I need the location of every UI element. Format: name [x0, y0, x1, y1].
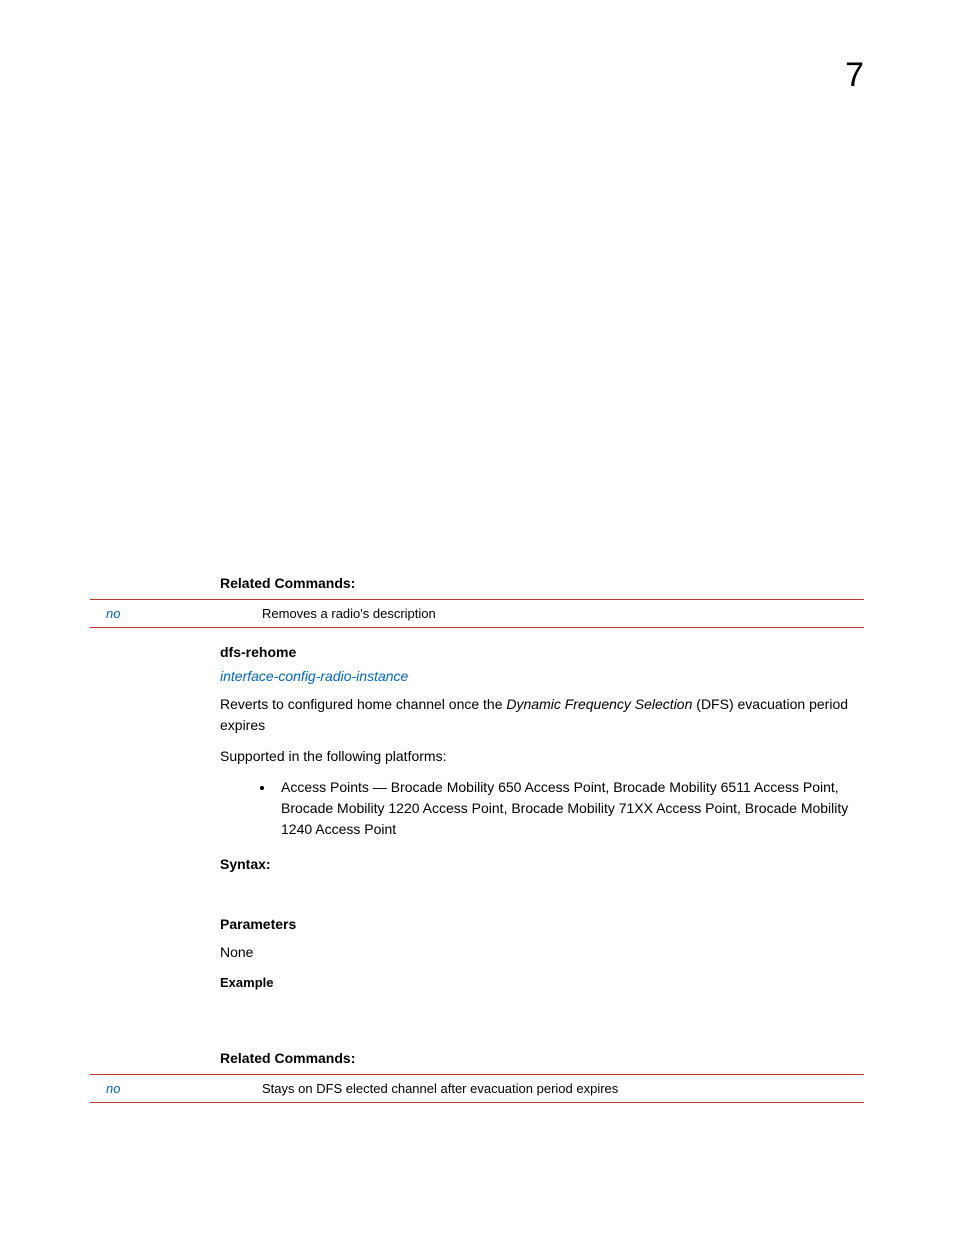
platforms-list: Access Points — Brocade Mobility 650 Acc…: [220, 777, 864, 840]
command-link-no-1[interactable]: no: [90, 600, 254, 628]
related-commands-heading-1: Related Commands:: [220, 575, 864, 591]
example-heading: Example: [220, 975, 864, 990]
table-row: no Stays on DFS elected channel after ev…: [90, 1075, 864, 1103]
related-commands-table-1: no Removes a radio's description: [90, 599, 864, 628]
list-item: Access Points — Brocade Mobility 650 Acc…: [275, 777, 864, 840]
desc-em: Dynamic Frequency Selection: [506, 696, 692, 712]
desc-pre: Reverts to configured home channel once …: [220, 696, 506, 712]
dfs-description: Reverts to configured home channel once …: [220, 694, 864, 736]
parameters-heading: Parameters: [220, 916, 864, 932]
section-title-dfs-rehome: dfs-rehome: [220, 644, 864, 660]
command-desc-1: Removes a radio's description: [254, 600, 864, 628]
supported-platforms-heading: Supported in the following platforms:: [220, 746, 864, 767]
command-link-no-2[interactable]: no: [90, 1075, 254, 1103]
link-interface-config[interactable]: interface-config-radio-instance: [220, 668, 864, 684]
page-number: 7: [90, 56, 864, 95]
parameters-none: None: [220, 942, 864, 963]
related-commands-table-2: no Stays on DFS elected channel after ev…: [90, 1074, 864, 1103]
syntax-heading: Syntax:: [220, 856, 864, 872]
command-desc-2: Stays on DFS elected channel after evacu…: [254, 1075, 864, 1103]
table-row: no Removes a radio's description: [90, 600, 864, 628]
related-commands-heading-2: Related Commands:: [220, 1050, 864, 1066]
